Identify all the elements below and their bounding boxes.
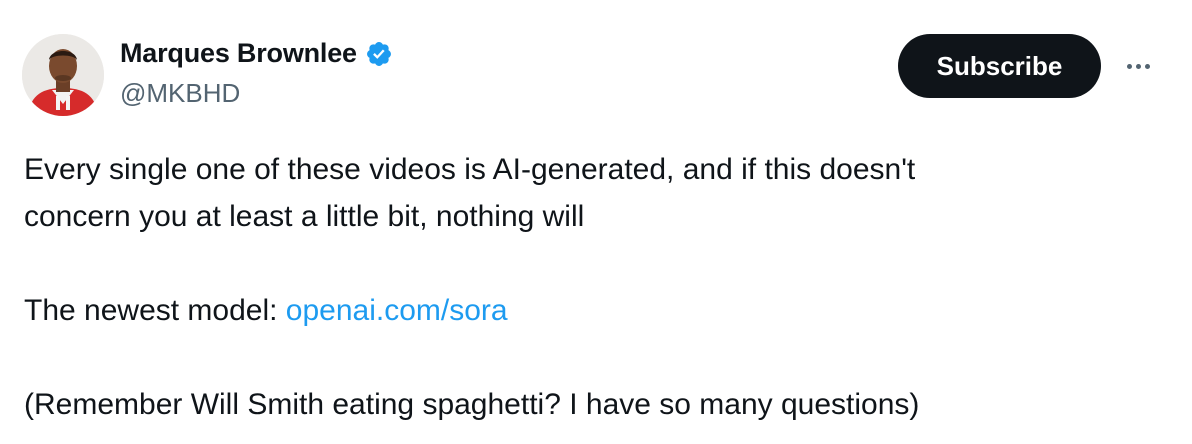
model-prefix-text: The newest model: — [24, 294, 286, 327]
more-dot — [1135, 63, 1141, 69]
profile-photo-icon — [22, 34, 104, 116]
sora-link[interactable]: openai.com/sora — [286, 294, 508, 327]
avatar[interactable] — [22, 34, 104, 116]
tweet-card: Marques Brownlee @MKBHD Subscribe Every … — [0, 0, 1192, 444]
tweet-line: concern you at least a little bit, nothi… — [24, 200, 585, 233]
tweet-line: The newest model: openai.com/sora — [24, 287, 1164, 334]
tweet-body: Every single one of these videos is AI-g… — [24, 146, 1164, 428]
more-dot — [1144, 63, 1150, 69]
tweet-line: Every single one of these videos is AI-g… — [24, 153, 916, 186]
more-dots-icon — [1126, 63, 1132, 69]
author-name-row: Marques Brownlee — [120, 38, 393, 69]
verified-badge-icon — [365, 40, 393, 68]
subscribe-button[interactable]: Subscribe — [898, 34, 1101, 98]
author-handle[interactable]: @MKBHD — [120, 78, 240, 109]
tweet-line: (Remember Will Smith eating spaghetti? I… — [24, 388, 920, 421]
more-options-button[interactable] — [1118, 52, 1158, 80]
author-display-name[interactable]: Marques Brownlee — [120, 38, 357, 69]
